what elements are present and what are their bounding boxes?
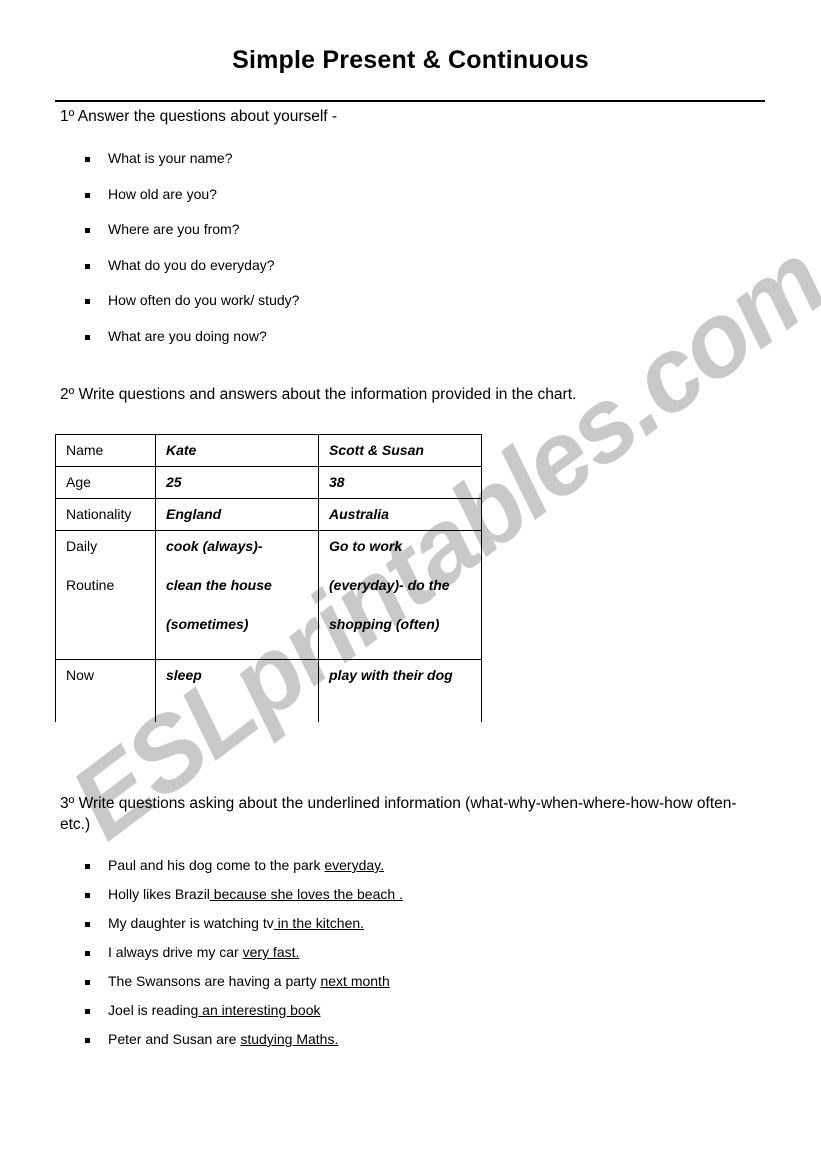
row-label: Daily Routine — [55, 530, 156, 660]
table-row: Age 25 38 — [55, 466, 482, 499]
scott-susan-value: 38 — [318, 466, 482, 499]
sentence-plain: Joel is reading — [108, 1002, 199, 1018]
sentence-underlined: because she loves the beach . — [209, 886, 403, 902]
section-2-instruction: 2º Write questions and answers about the… — [60, 386, 577, 403]
list-item: Where are you from? — [75, 221, 299, 257]
kate-value: Kate — [155, 434, 319, 467]
question-text: What is your name? — [108, 150, 233, 166]
scott-susan-value: play with their dog — [318, 659, 482, 722]
row-label: Age — [55, 466, 156, 499]
page-title: Simple Present & Continuous — [232, 46, 589, 74]
list-item: My daughter is watching tv in the kitche… — [75, 915, 403, 944]
section-3-sentence-list: Paul and his dog come to the park everyd… — [75, 857, 403, 1060]
title-divider — [55, 100, 765, 102]
information-chart-table: Name Kate Scott & Susan Age 25 38 Nation… — [55, 434, 482, 722]
row-label-line: Daily — [66, 538, 98, 554]
question-text: What are you doing now? — [108, 327, 267, 344]
kate-value-line: cook (always)- — [166, 538, 263, 554]
sentence-plain: Holly likes Brazil — [108, 886, 210, 902]
list-item: The Swansons are having a party next mon… — [75, 973, 403, 1002]
row-label: Name — [55, 434, 156, 467]
section-1-question-list: What is your name? How old are you? Wher… — [75, 150, 299, 363]
list-item: Paul and his dog come to the park everyd… — [75, 857, 403, 886]
sentence-underlined: very fast. — [242, 944, 300, 960]
question-text: Where are you from? — [108, 221, 240, 237]
worksheet-page: ESLprintables.com Simple Present & Conti… — [0, 0, 821, 1169]
scott-susan-value-line: (everyday)- do the — [329, 577, 450, 593]
sentence-underlined: an interesting book — [198, 1002, 321, 1018]
sentence-underlined: in the kitchen. — [273, 915, 365, 931]
kate-value: 25 — [155, 466, 319, 499]
table-row: Nationality England Australia — [55, 498, 482, 531]
sentence-plain: Peter and Susan are — [108, 1031, 241, 1047]
kate-value-line: (sometimes) — [166, 616, 249, 632]
sentence-underlined: next month — [320, 973, 390, 989]
table-row: Name Kate Scott & Susan — [55, 434, 482, 467]
kate-value: sleep — [155, 659, 319, 722]
row-label: Nationality — [55, 498, 156, 531]
kate-value: England — [155, 498, 319, 531]
list-item: Peter and Susan are studying Maths. — [75, 1031, 403, 1060]
sentence-underlined: studying Maths. — [240, 1031, 339, 1047]
section-1-instruction: 1º Answer the questions about yourself - — [60, 108, 338, 125]
list-item: I always drive my car very fast. — [75, 944, 403, 973]
row-label-line: Routine — [66, 577, 115, 593]
kate-value-line: clean the house — [166, 577, 272, 593]
sentence-plain: I always drive my car — [108, 944, 243, 960]
question-text: How often do you work/ study? — [108, 292, 300, 308]
list-item: Holly likes Brazil because she loves the… — [75, 886, 403, 915]
table-row: Now sleep play with their dog — [55, 659, 482, 722]
section-3-instruction: 3º Write questions asking about the unde… — [60, 795, 737, 833]
list-item: What is your name? — [75, 150, 299, 186]
scott-susan-value-line: Go to work — [329, 538, 403, 554]
sentence-plain: Paul and his dog come to the park — [108, 857, 325, 873]
list-item: What are you doing now? — [75, 328, 299, 364]
list-item: How often do you work/ study? — [75, 292, 299, 328]
list-item: What do you do everyday? — [75, 257, 299, 293]
scott-susan-value: Australia — [318, 498, 482, 531]
list-item: How old are you? — [75, 186, 299, 222]
scott-susan-value: Scott & Susan — [318, 434, 482, 467]
sentence-underlined: everyday. — [324, 857, 385, 873]
row-label: Now — [55, 659, 156, 722]
kate-value: cook (always)- clean the house (sometime… — [155, 530, 319, 660]
question-text: What do you do everyday? — [108, 256, 275, 273]
sentence-plain: My daughter is watching tv — [108, 915, 274, 931]
question-text: How old are you? — [108, 185, 217, 202]
scott-susan-value: Go to work (everyday)- do the shopping (… — [318, 530, 482, 660]
list-item: Joel is reading an interesting book — [75, 1002, 403, 1031]
sentence-plain: The Swansons are having a party — [108, 973, 321, 989]
scott-susan-value-line: shopping (often) — [329, 616, 440, 632]
table-row: Daily Routine cook (always)- clean the h… — [55, 530, 482, 660]
